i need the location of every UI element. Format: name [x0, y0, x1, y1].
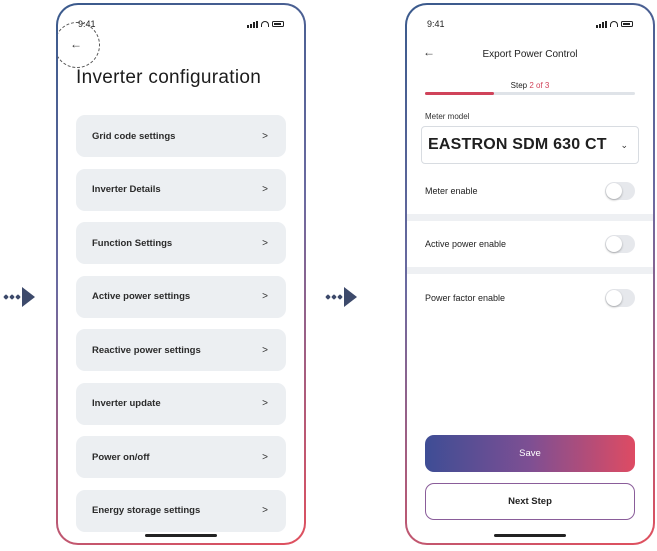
active-power-enable-toggle[interactable] [605, 235, 635, 253]
chevron-right-icon: > [262, 505, 268, 516]
chevron-right-icon: > [262, 344, 268, 356]
menu-item-grid-code-settings[interactable]: Grid code settings > [76, 115, 286, 157]
active-power-enable-row: Active power enable [407, 221, 653, 267]
step-progress-fill [425, 92, 495, 95]
power-factor-enable-row: Power factor enable [407, 275, 653, 321]
signal-icon [247, 20, 258, 28]
menu-item-label: Function Settings [92, 237, 173, 249]
chevron-right-icon: > [262, 398, 268, 409]
menu-item-power-on-off[interactable]: Power on/off > [76, 436, 286, 478]
step-prefix: Step [510, 81, 528, 90]
chevron-right-icon: > [262, 237, 268, 249]
chevron-down-icon: ⌄ [620, 139, 628, 150]
chevron-right-icon: > [262, 184, 268, 195]
menu-item-label: Active power settings [92, 291, 191, 302]
phone-export-power-control: 9:41 ← Export Power Control Step 2 of 3 … [405, 3, 655, 545]
battery-icon [272, 21, 284, 27]
home-indicator [494, 534, 566, 537]
menu-item-label: Grid code settings [92, 130, 176, 142]
meter-model-label: Meter model [425, 112, 470, 121]
settings-menu: Grid code settings > Inverter Details > Fu… [76, 115, 286, 543]
meter-enable-row: Meter enable [407, 168, 653, 214]
chevron-right-icon: > [262, 130, 268, 142]
status-bar: 9:41 [78, 17, 284, 31]
flow-dots [325, 294, 343, 300]
menu-item-label: Power on/off [92, 451, 150, 463]
flow-arrow-left [3, 287, 35, 307]
menu-item-label: Reactive power settings [92, 344, 201, 356]
status-time: 9:41 [427, 19, 445, 29]
flow-arrow-head [22, 287, 35, 307]
wifi-icon [610, 21, 618, 27]
chevron-right-icon: > [262, 451, 268, 463]
flow-arrow-middle [325, 287, 357, 307]
power-factor-enable-toggle[interactable] [605, 289, 635, 307]
power-factor-enable-label: Power factor enable [425, 293, 506, 303]
menu-item-reactive-power-settings[interactable]: Reactive power settings > [76, 329, 286, 371]
status-icons [596, 20, 633, 28]
menu-item-function-settings[interactable]: Function Settings > [76, 222, 286, 264]
page-title: Export Power Control [482, 49, 578, 60]
battery-icon [621, 21, 633, 27]
flow-arrow-head [344, 287, 357, 307]
active-power-enable-label: Active power enable [425, 239, 507, 249]
menu-item-label: Energy storage settings [92, 505, 201, 516]
home-indicator [145, 534, 217, 537]
meter-model-value: EASTRON SDM 630 CT [428, 136, 607, 153]
meter-enable-toggle[interactable] [605, 182, 635, 200]
status-icons [247, 20, 284, 28]
divider [407, 214, 653, 221]
phone-inverter-configuration: 9:41 ← Inverter configuration Grid code … [56, 3, 306, 545]
next-step-button[interactable]: Next Step [425, 483, 635, 520]
step-indicator: Step 2 of 3 [407, 81, 653, 90]
meter-model-select[interactable]: EASTRON SDM 630 CT ⌄ [421, 126, 639, 164]
wifi-icon [261, 21, 269, 27]
menu-item-active-power-settings[interactable]: Active power settings > [76, 275, 286, 318]
screen: 9:41 ← Inverter configuration Grid code … [58, 5, 304, 543]
back-arrow-icon[interactable]: ← [70, 37, 82, 51]
screen: 9:41 ← Export Power Control Step 2 of 3 … [407, 5, 653, 543]
menu-item-inverter-update[interactable]: Inverter update > [76, 382, 286, 425]
signal-icon [596, 20, 607, 28]
menu-item-label: Inverter Details [92, 184, 161, 195]
menu-item-label: Inverter update [92, 398, 161, 409]
meter-enable-label: Meter enable [425, 186, 478, 196]
page-title: Inverter configuration [76, 67, 262, 88]
save-button[interactable]: Save [425, 435, 635, 472]
flow-dots [3, 294, 21, 300]
chevron-right-icon: > [262, 291, 268, 302]
menu-item-inverter-details[interactable]: Inverter Details > [76, 168, 286, 211]
step-current: 2 of 3 [529, 81, 550, 90]
menu-item-energy-storage-settings[interactable]: Energy storage settings > [76, 489, 286, 532]
status-bar: 9:41 [427, 17, 633, 31]
divider [407, 267, 653, 274]
step-progress-bar [425, 92, 635, 95]
